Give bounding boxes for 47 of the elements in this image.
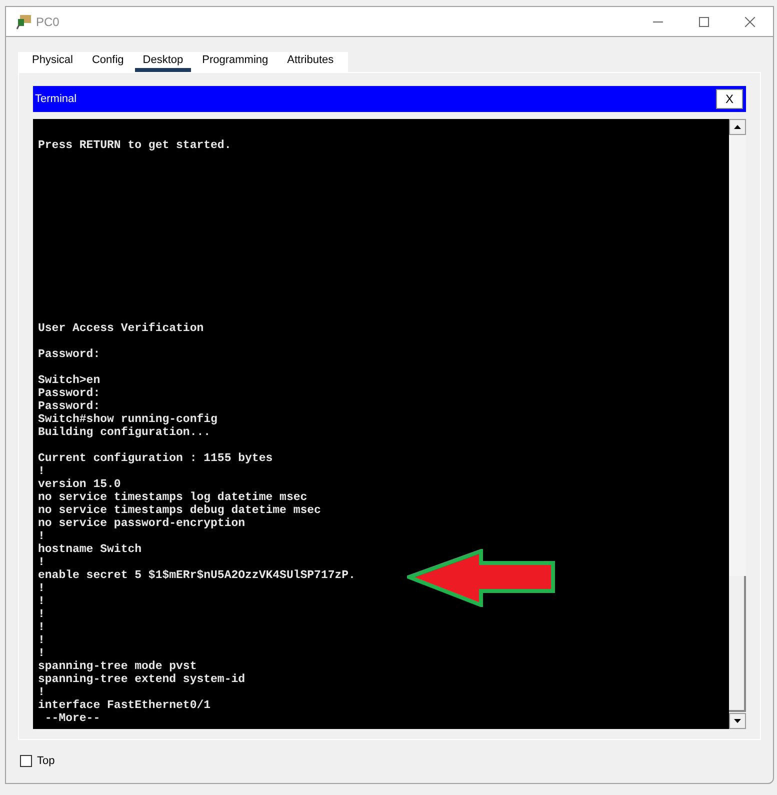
terminal-line: !: [38, 621, 45, 634]
terminal-line: enable secret 5 $1$mERr$nU5A2OzzVK4SUlSP717zP.: [38, 569, 356, 582]
close-icon: [745, 16, 755, 26]
terminal-title: Terminal: [35, 92, 77, 107]
terminal-close-button[interactable]: X: [716, 89, 743, 109]
terminal-line: User Access Verification: [38, 322, 204, 335]
scrollbar[interactable]: [729, 119, 746, 729]
checkbox[interactable]: [20, 755, 32, 768]
terminal-line: no service password-encryption: [38, 517, 246, 530]
terminal-line: no service timestamps debug datetime msec: [38, 504, 321, 517]
terminal-line: Building configuration...: [38, 426, 211, 439]
scroll-thumb[interactable]: [729, 576, 746, 712]
terminal-line: hostname Switch: [38, 543, 142, 556]
tab[interactable]: Config: [84, 52, 132, 72]
terminal-line: !: [38, 556, 45, 569]
terminal-line: !: [38, 634, 45, 647]
terminal-line: no service timestamps log datetime msec: [38, 491, 308, 504]
terminal-line: interface FastEthernet0/1: [38, 699, 211, 712]
terminal-line: Password:: [38, 387, 100, 400]
scroll-down-button[interactable]: [729, 713, 746, 729]
window-title: PC0: [36, 14, 60, 30]
tab[interactable]: Programming: [194, 52, 276, 72]
terminal-line: Switch>en: [38, 374, 100, 387]
terminal-line: !: [38, 608, 45, 621]
terminal-line: version 15.0: [38, 478, 121, 491]
terminal-line: !: [38, 465, 45, 478]
terminal-line: !: [38, 647, 45, 660]
terminal-line: Press RETURN to get started.: [38, 139, 232, 152]
terminal-line: --More--: [44, 712, 100, 725]
maximize-icon: [699, 16, 709, 26]
tab[interactable]: Physical: [24, 52, 81, 72]
terminal-line: !: [38, 530, 45, 543]
tab[interactable]: Attributes: [279, 52, 342, 72]
terminal-line: Switch#show running-config: [38, 413, 218, 426]
terminal-line: Current configuration : 1155 bytes: [38, 452, 273, 465]
terminal-line: spanning-tree extend system-id: [38, 673, 246, 686]
up-arrow-icon: [734, 125, 741, 129]
scroll-up-button[interactable]: [729, 119, 746, 135]
terminal-line: Password:: [38, 348, 100, 361]
terminal-line: spanning-tree mode pvst: [38, 660, 197, 673]
terminal-line: !: [38, 595, 45, 608]
terminal-line: !: [38, 686, 45, 699]
terminal-line: Password:: [38, 400, 100, 413]
computer-icon: [16, 14, 32, 30]
down-arrow-icon: [734, 719, 741, 723]
terminal-line: !: [38, 582, 45, 595]
checkbox-label: Top: [37, 754, 55, 769]
